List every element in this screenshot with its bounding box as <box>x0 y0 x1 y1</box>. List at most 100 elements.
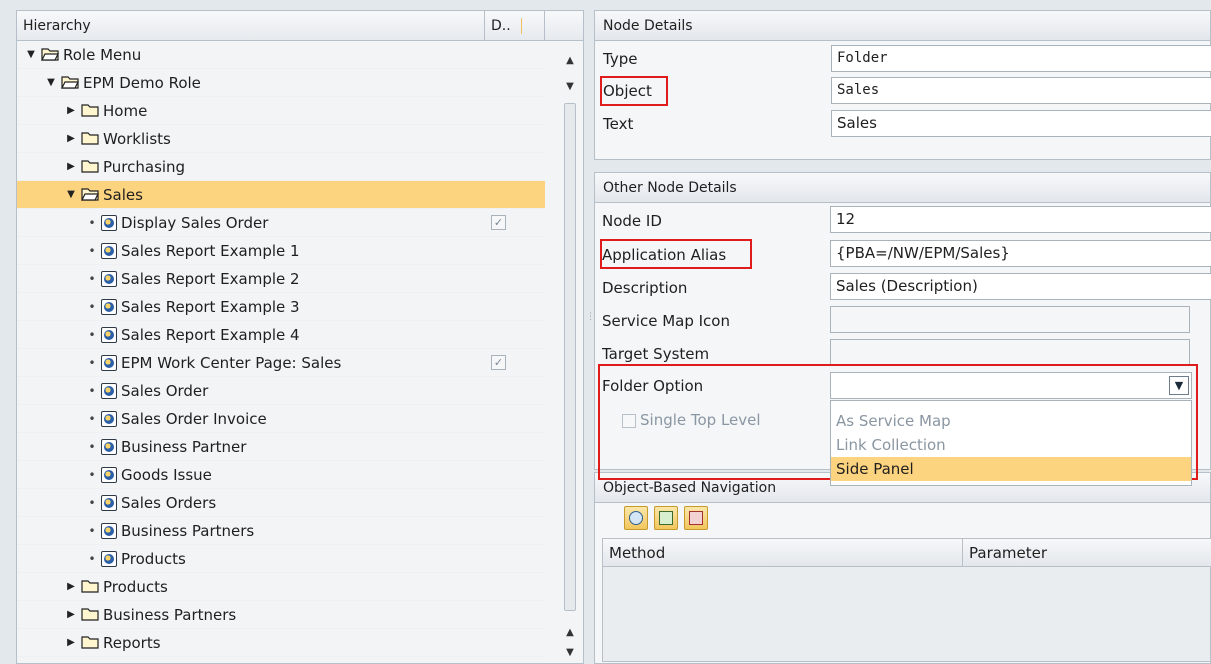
scrollbar-thumb[interactable] <box>564 103 576 611</box>
tree-item-row[interactable]: • Sales Report Example 1 <box>17 237 545 265</box>
folder-icon <box>81 608 99 621</box>
tree-item-row[interactable]: • Business Partner <box>17 433 545 461</box>
bullet-icon: • <box>88 272 96 286</box>
expand-down-icon[interactable]: ▼ <box>65 181 77 209</box>
collapse-right-icon[interactable]: ▶ <box>65 97 77 125</box>
tree-row-label: Business Partners <box>121 522 255 540</box>
tree-folder-row[interactable]: ▶ Home <box>17 97 545 125</box>
tree-folder-row[interactable]: ▶ Reports <box>17 629 545 657</box>
text-field[interactable]: Sales <box>831 110 1211 137</box>
highlight-object-label <box>600 76 668 106</box>
folder-option-listbox: As Service Map Link Collection Side Panel <box>830 400 1192 486</box>
expand-down-icon[interactable]: ▼ <box>25 41 37 69</box>
column-header-hierarchy[interactable]: Hierarchy <box>17 11 485 41</box>
tree-item-row[interactable]: • EPM Work Center Page: Sales ✓ <box>17 349 545 377</box>
tree-row-label: Purchasing <box>103 158 186 176</box>
folder-option-item[interactable]: Side Panel <box>831 457 1191 481</box>
application-icon <box>101 383 117 399</box>
application-icon <box>101 551 117 567</box>
application-icon <box>101 215 117 231</box>
bullet-icon: • <box>88 524 96 538</box>
details-panel: Node Details Type Folder Object Sales Te… <box>594 10 1211 664</box>
column-header-d[interactable]: D.. <box>485 11 545 41</box>
application-icon <box>101 439 117 455</box>
tree-item-row[interactable]: • Business Partners <box>17 517 545 545</box>
scroll-up-arrow-bottom-icon[interactable]: ▲ <box>563 627 577 643</box>
tree-item-row[interactable]: • Display Sales Order ✓ <box>17 209 545 237</box>
application-icon <box>101 495 117 511</box>
tree-item-row[interactable]: • Goods Issue <box>17 461 545 489</box>
node-details-group: Node Details Type Folder Object Sales Te… <box>594 10 1211 160</box>
node-id-field[interactable]: 12 <box>830 206 1211 233</box>
tree-item-row[interactable]: • Sales Report Example 3 <box>17 293 545 321</box>
application-alias-field[interactable]: {PBA=/NW/EPM/Sales} <box>830 240 1211 267</box>
obn-toolbar <box>624 506 709 534</box>
collapse-right-icon[interactable]: ▶ <box>65 573 77 601</box>
scroll-down-arrow-icon[interactable]: ▼ <box>563 79 577 95</box>
text-label: Text <box>603 115 634 133</box>
service-map-icon-field[interactable] <box>830 306 1190 333</box>
scroll-down-arrow-bottom-icon[interactable]: ▼ <box>563 647 577 663</box>
collapse-right-icon[interactable]: ▶ <box>65 629 77 657</box>
collapse-right-icon[interactable]: ▶ <box>65 601 77 629</box>
folder-option-item[interactable]: As Service Map <box>831 409 1191 433</box>
panel-splitter[interactable]: ⋮⋮ <box>584 10 604 664</box>
folder-open-icon <box>81 188 99 201</box>
tree-header: Hierarchy D.. <box>17 11 583 41</box>
tree-row-label: Sales Report Example 3 <box>121 298 300 316</box>
bullet-icon: • <box>88 552 96 566</box>
application-icon <box>101 355 117 371</box>
expand-down-icon[interactable]: ▼ <box>45 69 57 97</box>
bullet-icon: • <box>88 496 96 510</box>
tree-row-label: Goods Issue <box>121 466 212 484</box>
tree-row-label: Worklists <box>103 130 171 148</box>
splitter-grip-icon: ⋮⋮ <box>586 313 604 328</box>
type-field[interactable]: Folder <box>831 45 1211 72</box>
bullet-icon: • <box>88 216 96 230</box>
tree-row-label: Reports <box>103 634 161 652</box>
column-header-d-label: D.. <box>491 18 511 34</box>
collapse-right-icon[interactable]: ▶ <box>65 125 77 153</box>
bullet-icon: • <box>88 412 96 426</box>
application-icon <box>101 327 117 343</box>
bullet-icon: • <box>88 300 96 314</box>
tree-item-row[interactable]: • Products <box>17 545 545 573</box>
folder-option-item[interactable]: Link Collection <box>831 433 1191 457</box>
target-system-field[interactable] <box>830 339 1190 366</box>
description-field[interactable]: Sales (Description) <box>830 273 1211 300</box>
object-field[interactable]: Sales <box>831 77 1211 104</box>
default-checkbox[interactable]: ✓ <box>491 355 506 370</box>
tree-folder-row[interactable]: ▼ Role Menu <box>17 41 545 69</box>
application-icon <box>101 271 117 287</box>
tree-folder-row[interactable]: ▶ Worklists <box>17 125 545 153</box>
column-header-parameter[interactable]: Parameter <box>963 539 1211 567</box>
tree-folder-row[interactable]: ▶ Business Partners <box>17 601 545 629</box>
tree-folder-row[interactable]: ▶ Purchasing <box>17 153 545 181</box>
tree-row-label: EPM Work Center Page: Sales <box>121 354 342 372</box>
description-label: Description <box>602 279 688 297</box>
add-row-icon[interactable] <box>653 506 678 530</box>
tree-item-row[interactable]: • Sales Report Example 4 <box>17 321 545 349</box>
tree-item-row[interactable]: • Sales Order Invoice <box>17 405 545 433</box>
collapse-right-icon[interactable]: ▶ <box>65 153 77 181</box>
delete-row-icon[interactable] <box>683 506 708 530</box>
bullet-icon: • <box>88 440 96 454</box>
scroll-up-arrow-icon[interactable]: ▲ <box>563 53 577 69</box>
search-icon[interactable] <box>624 506 648 530</box>
tree-folder-row[interactable]: ▶ Products <box>17 573 545 601</box>
tree-folder-row[interactable]: ▼ Sales <box>17 181 545 209</box>
tree-rows: ▼ Role Menu ▼ EPM Demo Role ▶ Home ▶ Worklists ▶… <box>17 41 545 663</box>
tree-item-row[interactable]: • Sales Report Example 2 <box>17 265 545 293</box>
application-icon <box>101 299 117 315</box>
default-checkbox[interactable]: ✓ <box>491 215 506 230</box>
tree-scrollbar[interactable]: ▲ ▼ ▲ ▼ <box>557 41 583 663</box>
tree-item-row[interactable]: • Sales Orders <box>17 489 545 517</box>
tree-row-label: Sales Report Example 1 <box>121 242 300 260</box>
tree-row-label: Products <box>121 550 186 568</box>
tree-folder-row[interactable]: ▼ EPM Demo Role <box>17 69 545 97</box>
tree-row-label: Home <box>103 102 148 120</box>
highlight-application-alias-label <box>600 239 752 269</box>
tree-item-row[interactable]: • Sales Order <box>17 377 545 405</box>
column-header-method[interactable]: Method <box>603 539 963 567</box>
column-resize-handle[interactable] <box>521 18 522 34</box>
